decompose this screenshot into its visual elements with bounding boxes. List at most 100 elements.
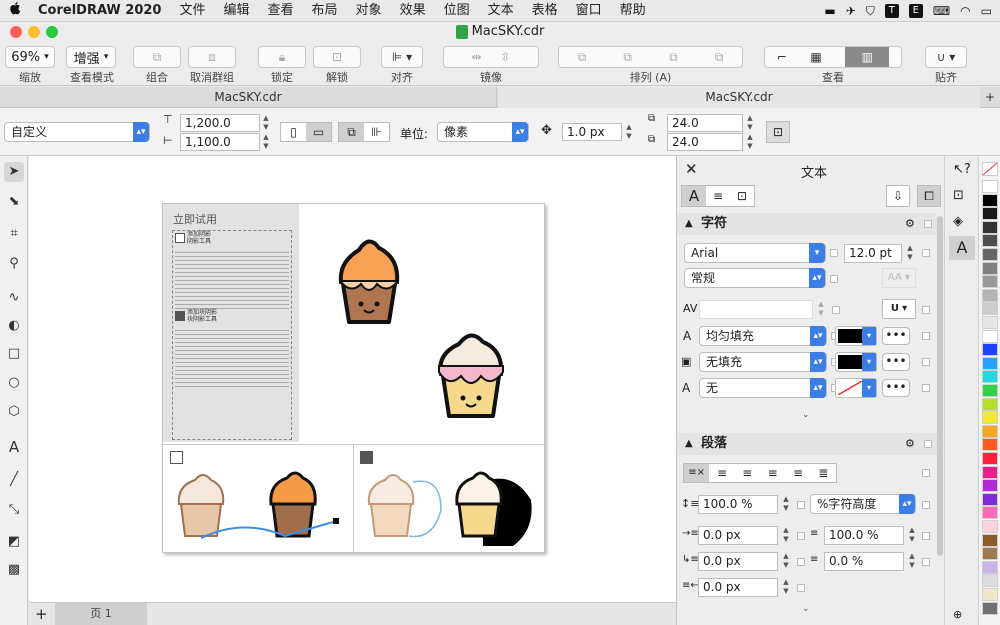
artistic-media-icon[interactable]: ◐ xyxy=(4,316,24,336)
zoom-dropdown[interactable]: 69% ▾ xyxy=(5,46,55,68)
nudge-field[interactable]: 1.0 px xyxy=(562,123,622,141)
landscape-icon[interactable]: ▭ xyxy=(306,123,331,141)
transparency-tool-icon[interactable]: ▩ xyxy=(4,560,24,580)
color-swatch[interactable] xyxy=(982,384,998,397)
keyboard-icon[interactable]: ⌨ xyxy=(933,4,950,18)
menu-window[interactable]: 窗口 xyxy=(567,0,611,22)
color-swatch[interactable] xyxy=(982,492,998,506)
view-mode-dropdown[interactable]: 增强 ▾ xyxy=(66,46,116,68)
bg-more-button[interactable]: ••• xyxy=(882,353,910,371)
line-spacing-checkbox[interactable] xyxy=(797,501,805,509)
color-swatch[interactable] xyxy=(982,438,998,452)
fill-row-checkbox[interactable] xyxy=(922,332,930,340)
page-width-field[interactable]: 1,200.0 xyxy=(180,114,260,132)
tab-document-2[interactable]: MacSKY.cdr xyxy=(498,87,980,108)
fill-color-swatch[interactable]: ▾ xyxy=(835,326,877,346)
background-fill-select[interactable]: 无填充 ▴▾ xyxy=(699,352,827,372)
arrange-buttons[interactable]: ⧉ ⧉ ⧉ ⧉ xyxy=(558,46,743,68)
app-name[interactable]: CorelDRAW 2020 xyxy=(30,0,170,22)
color-swatch[interactable] xyxy=(982,248,998,261)
color-swatch[interactable] xyxy=(982,275,998,289)
document-page[interactable]: 立即试用 添加阴影 阴影工具 添加块阴影 块阴影工具 xyxy=(162,203,545,553)
color-swatch[interactable] xyxy=(982,370,998,384)
unit-select[interactable]: 像素 ▴▾ xyxy=(437,122,529,142)
menu-table[interactable]: 表格 xyxy=(523,0,567,22)
font-checkbox[interactable] xyxy=(830,249,838,257)
transform-icon[interactable]: ⊡ xyxy=(766,121,790,143)
color-swatch[interactable] xyxy=(982,506,998,520)
indent-right-checkbox[interactable] xyxy=(797,584,805,592)
char-spacing-field[interactable]: 100.0 % xyxy=(824,526,904,545)
crop-tool-icon[interactable]: ⌗ xyxy=(4,224,24,244)
snap-button[interactable]: ∪ ▾ xyxy=(925,46,967,68)
outline-color-swatch[interactable]: ▾ xyxy=(835,378,877,398)
color-swatch[interactable] xyxy=(982,288,998,302)
char-spacing-stepper[interactable]: ▲ ▼ xyxy=(907,526,917,544)
portrait-icon[interactable]: ▯ xyxy=(281,123,306,141)
style-checkbox[interactable] xyxy=(830,275,838,283)
close-window-button[interactable] xyxy=(10,26,22,38)
menu-effects[interactable]: 效果 xyxy=(391,0,435,22)
add-page-button[interactable]: + xyxy=(35,605,48,623)
align-left-icon[interactable]: ≡ xyxy=(709,464,734,482)
close-icon[interactable]: ✕ xyxy=(685,160,698,178)
menu-bitmaps[interactable]: 位图 xyxy=(435,0,479,22)
color-swatch[interactable] xyxy=(982,479,998,493)
para-section-checkbox[interactable] xyxy=(924,440,932,448)
no-align-icon[interactable]: ≡× xyxy=(684,464,710,482)
menu-help[interactable]: 帮助 xyxy=(611,0,655,22)
color-swatch[interactable] xyxy=(982,356,998,370)
height-stepper[interactable]: ▲ ▼ xyxy=(261,133,271,151)
color-swatch[interactable] xyxy=(982,588,998,601)
indent-left-stepper[interactable]: ▲ ▼ xyxy=(781,526,791,544)
outline-more-button[interactable]: ••• xyxy=(882,379,910,397)
color-swatch[interactable] xyxy=(982,316,998,329)
section-checkbox[interactable] xyxy=(924,220,932,228)
kerning-checkbox[interactable] xyxy=(832,306,840,314)
font-style-select[interactable]: 常规 ▴▾ xyxy=(684,268,826,288)
to-back-icon[interactable]: ⧉ xyxy=(715,50,724,65)
text-docker-icon[interactable]: A xyxy=(949,236,975,260)
indent-right-field[interactable]: 0.0 px xyxy=(698,578,778,597)
color-swatch[interactable] xyxy=(982,220,998,234)
outline-row-checkbox[interactable] xyxy=(922,384,930,392)
unit-checkbox[interactable] xyxy=(922,501,930,509)
bg-color-swatch[interactable]: ▾ xyxy=(835,352,877,372)
color-swatch[interactable] xyxy=(982,452,998,465)
shadow-tool-icon[interactable]: ◩ xyxy=(4,532,24,552)
indent-left-field[interactable]: 0.0 px xyxy=(698,526,778,545)
align-button[interactable]: ⊫ ▾ xyxy=(381,46,423,68)
line-tool-icon[interactable]: ╱ xyxy=(4,470,24,490)
pick-tool-icon[interactable]: ➤ xyxy=(4,162,24,182)
color-swatch[interactable] xyxy=(982,397,998,411)
battery-icon[interactable]: ▭ xyxy=(981,4,992,18)
line-spacing-field[interactable]: 100.0 % xyxy=(698,495,778,514)
bird-icon[interactable]: ✈ xyxy=(846,4,856,18)
minimize-window-button[interactable] xyxy=(28,26,40,38)
underline-checkbox[interactable] xyxy=(922,306,930,314)
color-swatch[interactable] xyxy=(982,601,998,615)
grid-icon[interactable]: ▦ xyxy=(810,50,821,64)
duplicate-y-field[interactable]: 24.0 xyxy=(667,133,743,151)
duplicate-y-stepper[interactable]: ▲ ▼ xyxy=(745,133,755,151)
rulers-icon[interactable]: ⌐ xyxy=(777,50,787,64)
view-buttons[interactable]: ⌐ ▦ ▥ xyxy=(764,46,902,68)
character-section-header[interactable]: ▲ 字符 ⚙ xyxy=(677,213,937,235)
chevron-down-icon[interactable]: ⌄ xyxy=(802,410,810,420)
color-swatch[interactable] xyxy=(982,207,998,221)
fill-more-button[interactable]: ••• xyxy=(882,327,910,345)
all-pages-icon[interactable]: ⧉ xyxy=(339,123,364,141)
color-swatch[interactable] xyxy=(982,465,998,479)
docker-scrollbar[interactable] xyxy=(937,216,943,556)
tab-document-1[interactable]: MacSKY.cdr xyxy=(0,87,497,108)
zoom-tool-icon[interactable]: ⚲ xyxy=(4,254,24,274)
page-height-field[interactable]: 1,100.0 xyxy=(180,133,260,151)
size-checkbox[interactable] xyxy=(922,249,930,257)
wifi-icon[interactable]: ◠ xyxy=(960,4,970,18)
ungroup-button[interactable]: ⧈ xyxy=(188,46,236,68)
menu-file[interactable]: 文件 xyxy=(170,0,214,22)
indent-left-checkbox[interactable] xyxy=(797,532,805,540)
color-swatch[interactable] xyxy=(982,180,998,193)
align-checkbox[interactable] xyxy=(922,469,930,477)
chevron-down-icon[interactable]: ⌄ xyxy=(802,604,810,614)
